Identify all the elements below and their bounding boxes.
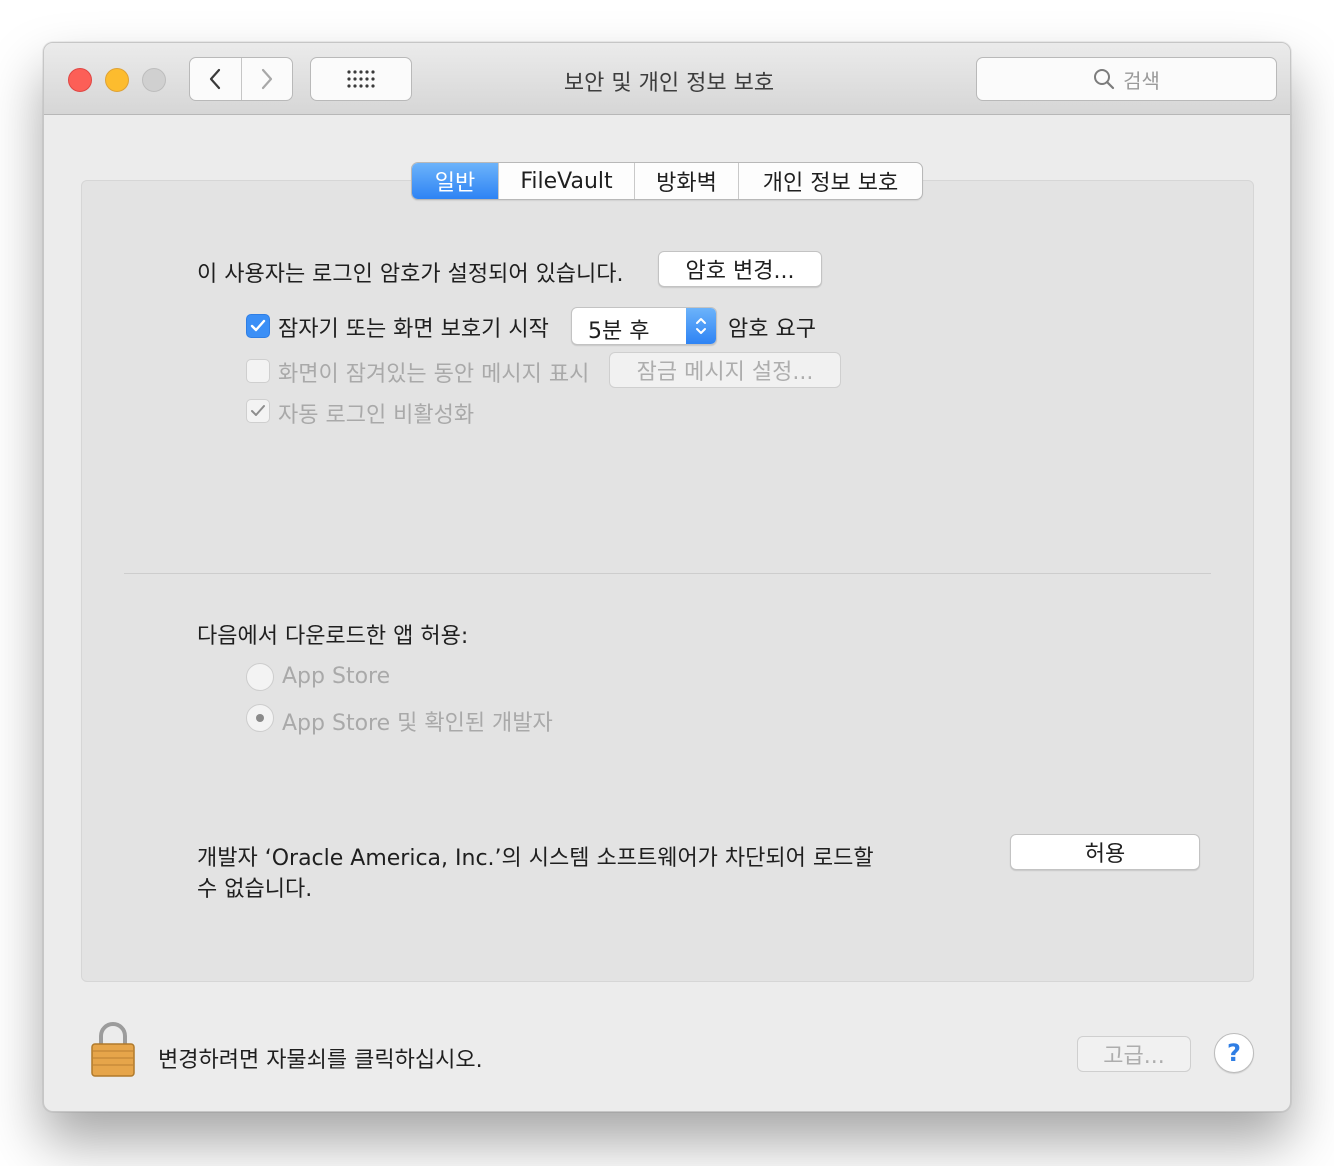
set-lock-message-button[interactable]: 잠금 메시지 설정... (609, 352, 841, 388)
blocked-message-line2: 수 없습니다. (197, 877, 313, 902)
require-password-label: 잠자기 또는 화면 보호기 시작 (278, 317, 549, 342)
change-password-button[interactable]: 암호 변경... (658, 251, 822, 287)
zoom-button[interactable] (142, 68, 166, 92)
checkmark-icon (250, 319, 266, 332)
require-password-suffix: 암호 요구 (728, 317, 816, 342)
allow-button[interactable]: 허용 (1010, 834, 1200, 870)
tab-bar: 일반 FileVault 방화벽 개인 정보 보호 (411, 162, 923, 200)
back-button[interactable] (190, 58, 241, 100)
tab-filevault[interactable]: FileVault (498, 163, 634, 199)
show-message-label: 화면이 잠겨있는 동안 메시지 표시 (278, 362, 590, 387)
close-button[interactable] (68, 68, 92, 92)
radio-app-store-label: App Store (282, 664, 391, 689)
downloads-heading: 다음에서 다운로드한 앱 허용: (197, 624, 469, 649)
disable-autologin-label: 자동 로그인 비활성화 (278, 403, 475, 428)
grid-icon (347, 70, 375, 88)
titlebar: 보안 및 개인 정보 보호 검색 (44, 43, 1290, 115)
minimize-button[interactable] (105, 68, 129, 92)
checkmark-icon (251, 405, 265, 416)
search-icon (1094, 69, 1115, 90)
radio-app-store-identified[interactable] (246, 704, 274, 732)
window-title: 보안 및 개인 정보 보호 (563, 71, 775, 96)
lock-icon[interactable] (90, 1021, 136, 1077)
search-placeholder: 검색 (1123, 68, 1160, 93)
help-button[interactable]: ? (1214, 1033, 1254, 1073)
help-icon: ? (1227, 1039, 1241, 1067)
tab-privacy[interactable]: 개인 정보 보호 (738, 163, 922, 199)
require-password-checkbox[interactable] (246, 314, 270, 338)
search-field[interactable]: 검색 (976, 57, 1277, 101)
forward-button[interactable] (240, 58, 293, 100)
show-all-button[interactable] (310, 57, 412, 101)
show-message-checkbox[interactable] (246, 359, 270, 383)
preferences-window: 보안 및 개인 정보 보호 검색 일반 FileVault 방화벽 개인 정보 … (43, 42, 1291, 1112)
nav-buttons (189, 57, 293, 101)
advanced-button[interactable]: 고급... (1077, 1036, 1191, 1072)
radio-app-store[interactable] (246, 663, 274, 691)
radio-app-store-identified-label: App Store 및 확인된 개발자 (282, 711, 553, 736)
password-status-text: 이 사용자는 로그인 암호가 설정되어 있습니다. (197, 262, 624, 287)
password-delay-value: 5분 후 (588, 319, 650, 344)
disable-autologin-checkbox[interactable] (246, 399, 270, 423)
lock-text: 변경하려면 자물쇠를 클릭하십시오. (158, 1048, 483, 1073)
password-delay-popup[interactable]: 5분 후 (571, 307, 717, 345)
blocked-message-line1: 개발자 ‘Oracle America, Inc.’의 시스템 소프트웨어가 차… (197, 846, 874, 871)
back-arrow-icon (210, 68, 221, 90)
updown-arrows-icon (686, 308, 716, 344)
tab-firewall[interactable]: 방화벽 (634, 163, 738, 199)
forward-arrow-icon (261, 68, 272, 90)
section-divider (124, 573, 1211, 574)
tab-general[interactable]: 일반 (412, 163, 498, 199)
